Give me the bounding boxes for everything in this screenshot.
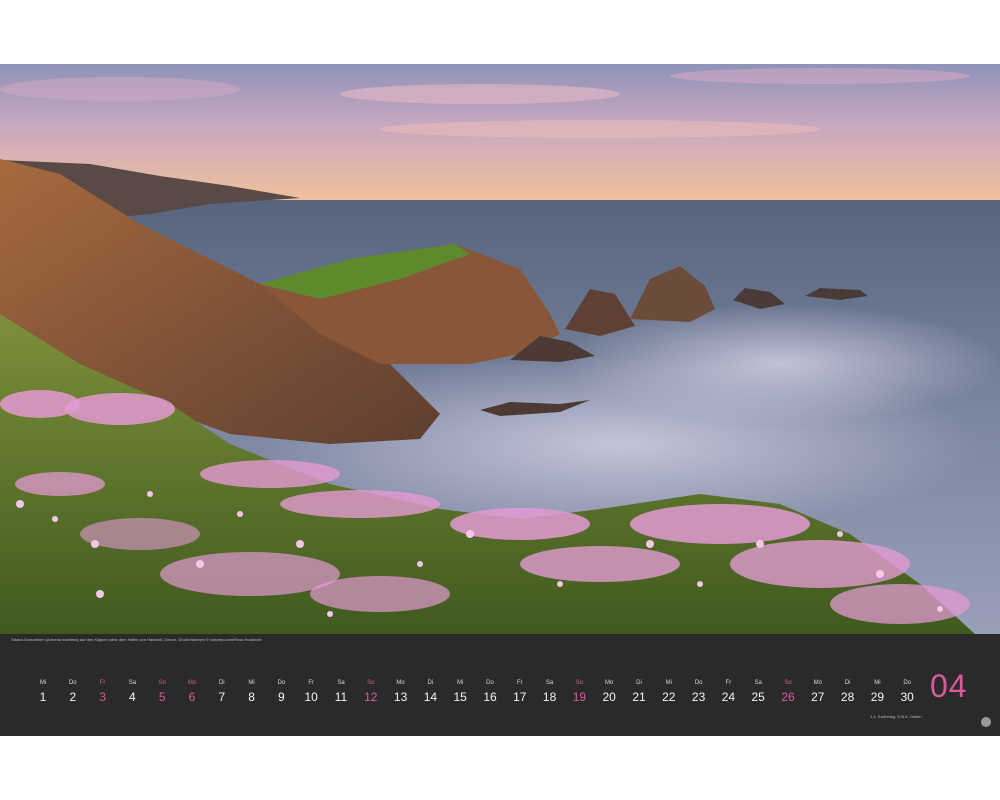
calendar-day: So 19 bbox=[564, 680, 594, 704]
day-number: 10 bbox=[304, 690, 318, 704]
calendar-day: Di 14 bbox=[415, 680, 445, 704]
calendar-day: Mo 6 bbox=[177, 680, 207, 704]
day-number: 12 bbox=[364, 690, 378, 704]
day-number: 26 bbox=[781, 690, 795, 704]
calendar-day: Mo 27 bbox=[803, 680, 833, 704]
day-number: 22 bbox=[662, 690, 676, 704]
weekday-label: Fr bbox=[725, 680, 732, 686]
weekday-label: Di bbox=[427, 680, 434, 686]
weekday-label: Fr bbox=[308, 680, 315, 686]
photo-caption: Strand-Grasnelken (Armeria maritima) auf… bbox=[11, 637, 262, 642]
weekday-label: Do bbox=[486, 680, 494, 686]
day-number: 3 bbox=[99, 690, 106, 704]
calendar-day: Mo 20 bbox=[594, 680, 624, 704]
weekday-label: Mo bbox=[813, 680, 822, 686]
month-number: 04 bbox=[930, 668, 968, 704]
calendar-day: Fr 3 bbox=[88, 680, 118, 704]
calendar-day: Do 16 bbox=[475, 680, 505, 704]
day-number: 13 bbox=[393, 690, 408, 704]
weekday-label: Sa bbox=[754, 680, 762, 686]
day-number: 17 bbox=[513, 690, 527, 704]
calendar-day: Mi 22 bbox=[654, 680, 684, 704]
day-number: 6 bbox=[188, 690, 196, 704]
calendar-day: Mi 8 bbox=[237, 680, 267, 704]
publisher-logo bbox=[981, 717, 991, 727]
weekday-label: Mo bbox=[396, 680, 405, 686]
calendar-day: Fr 24 bbox=[713, 680, 743, 704]
calendar-day: Mi 1 bbox=[28, 680, 58, 704]
day-number: 21 bbox=[632, 690, 646, 704]
landscape-photo bbox=[0, 64, 1000, 634]
day-number: 20 bbox=[602, 690, 616, 704]
day-number: 1 bbox=[39, 690, 47, 704]
weekday-label: Do bbox=[694, 680, 703, 686]
weekday-label: So bbox=[367, 680, 375, 686]
weekday-label: Do bbox=[68, 680, 77, 686]
weekday-label: Sa bbox=[545, 680, 554, 686]
weekday-label: Di bbox=[844, 680, 851, 686]
calendar-day: Fr 17 bbox=[505, 680, 535, 704]
weekday-label: So bbox=[784, 680, 792, 686]
weekday-label: Sa bbox=[128, 680, 137, 686]
calendar-day: Mo 13 bbox=[386, 680, 416, 704]
calendar-day: Do 30 bbox=[892, 680, 922, 704]
weekday-label: Mi bbox=[874, 680, 881, 686]
calendar-day: Di 28 bbox=[833, 680, 863, 704]
day-number: 30 bbox=[900, 690, 914, 704]
day-number: 14 bbox=[423, 690, 438, 704]
weekday-label: Mi bbox=[665, 680, 672, 686]
weekday-label: Di bbox=[636, 680, 642, 686]
calendar-day: Do 9 bbox=[266, 680, 296, 704]
weekday-label: So bbox=[158, 680, 166, 686]
calendar-day: Sa 18 bbox=[535, 680, 565, 704]
day-number: 8 bbox=[248, 690, 255, 704]
day-number: 19 bbox=[572, 690, 587, 704]
day-number: 11 bbox=[334, 690, 348, 704]
weekday-label: Fr bbox=[516, 680, 523, 686]
weekday-label: Do bbox=[277, 680, 286, 686]
calendar-day: So 26 bbox=[773, 680, 803, 704]
day-number: 15 bbox=[453, 690, 467, 704]
weekday-label: Fr bbox=[99, 680, 106, 686]
calendar-day: Do 23 bbox=[684, 680, 714, 704]
calendar-day: Sa 11 bbox=[326, 680, 356, 704]
weekday-label: Mi bbox=[39, 680, 47, 686]
calendar-day: Mi 15 bbox=[445, 680, 475, 704]
day-number: 27 bbox=[811, 690, 825, 704]
calendar-strip: Strand-Grasnelken (Armeria maritima) auf… bbox=[0, 634, 1000, 736]
calendar-day: Di 21 bbox=[624, 680, 654, 704]
calendar-day: Di 7 bbox=[207, 680, 237, 704]
day-number: 25 bbox=[751, 690, 765, 704]
day-number: 23 bbox=[691, 690, 706, 704]
weekday-label: Mi bbox=[248, 680, 255, 686]
day-number: 9 bbox=[278, 690, 285, 704]
weekday-label: Do bbox=[903, 680, 912, 686]
calendar-day: Sa 4 bbox=[117, 680, 147, 704]
day-number: 28 bbox=[840, 690, 855, 704]
weekday-label: So bbox=[575, 680, 584, 686]
weekday-label: Di bbox=[218, 680, 225, 686]
day-number: 29 bbox=[870, 690, 885, 704]
day-number: 2 bbox=[69, 690, 77, 704]
day-number: 18 bbox=[542, 690, 557, 704]
weekday-label: Mi bbox=[457, 680, 464, 686]
weekday-label: Sa bbox=[337, 680, 345, 686]
calendar-day: So 12 bbox=[356, 680, 386, 704]
calendar-day: Fr 10 bbox=[296, 680, 326, 704]
calendar-day: Do 2 bbox=[58, 680, 88, 704]
calendar-day: Sa 25 bbox=[743, 680, 773, 704]
day-number: 5 bbox=[158, 690, 166, 704]
day-number: 16 bbox=[483, 690, 497, 704]
day-number: 7 bbox=[218, 690, 226, 704]
day-number: 24 bbox=[721, 690, 736, 704]
weekday-label: Mo bbox=[187, 680, 197, 686]
day-number: 4 bbox=[129, 690, 136, 704]
calendar-day: Mi 29 bbox=[862, 680, 892, 704]
weekday-label: Mo bbox=[605, 680, 614, 686]
holiday-footnote: 1.4. Karfreitag, 5./6.4. Ostern bbox=[870, 714, 922, 719]
calendar-day: So 5 bbox=[147, 680, 177, 704]
